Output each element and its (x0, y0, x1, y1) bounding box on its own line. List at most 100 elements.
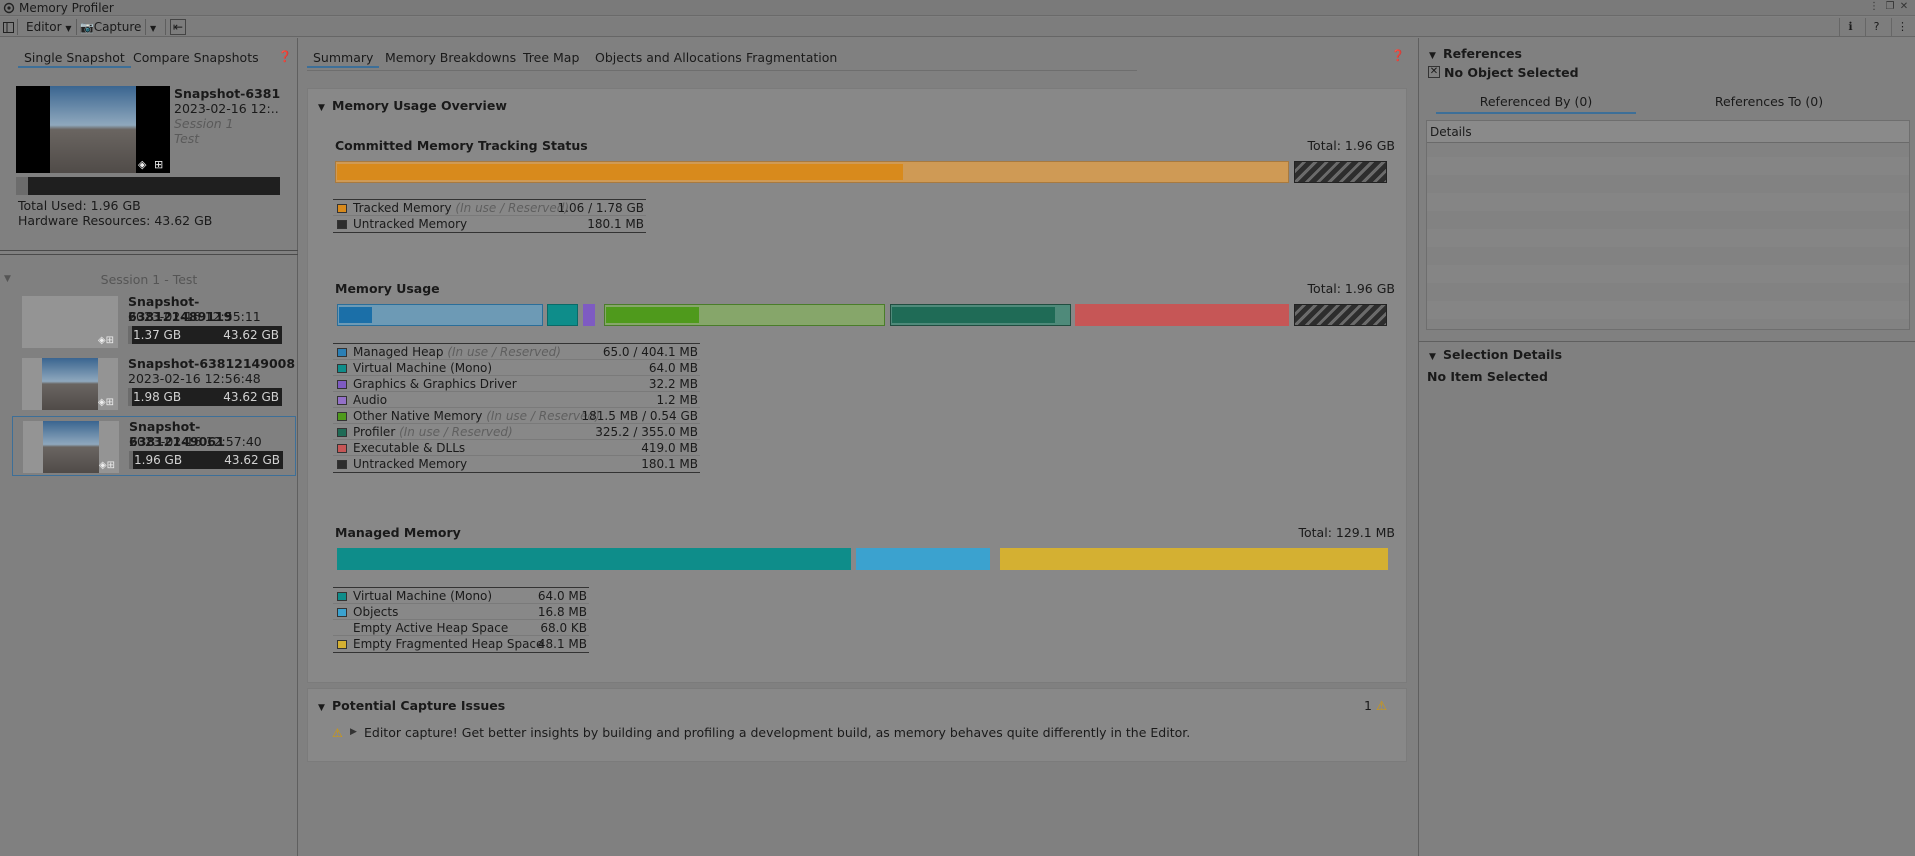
legend-swatch (337, 592, 347, 601)
more-options-icon[interactable]: ⋮ (1868, 0, 1880, 14)
tab-fragmentation[interactable]: Fragmentation (746, 48, 837, 68)
legend-swatch (337, 348, 347, 357)
legend-row[interactable]: Profiler (In use / Reserved) 325.2 / 355.… (333, 424, 700, 440)
capture-label: Capture (93, 20, 142, 34)
references-list[interactable]: Details (1426, 120, 1910, 330)
snapshot-total: 43.62 GB (224, 453, 280, 467)
info-icon[interactable]: ℹ (1839, 18, 1861, 36)
sidebar-toggle-icon[interactable] (3, 18, 15, 36)
legend-row[interactable]: Executable & DLLs 419.0 MB (333, 440, 700, 456)
legend-row[interactable]: Empty Active Heap Space 68.0 KB (333, 620, 589, 636)
selection-details-foldout[interactable]: ▼ Selection Details (1429, 347, 1562, 362)
legend-swatch (337, 428, 347, 437)
memory-usage-bar (16, 177, 280, 195)
legend-value: 64.0 MB (648, 361, 698, 375)
legend-row[interactable]: Objects 16.8 MB (333, 604, 589, 620)
capture-issues-section: ▼ Potential Capture Issues 1 ⚠ ⚠ ▶ Editor… (307, 688, 1407, 762)
tab-single-snapshot[interactable]: Single Snapshot (18, 48, 131, 68)
virtual-machine-managed-bar[interactable] (337, 548, 851, 570)
tracked-memory-reserved-bar[interactable] (335, 161, 1289, 183)
issues-foldout[interactable]: ▼ Potential Capture Issues (318, 698, 505, 713)
other-native-memory-bar[interactable] (604, 304, 885, 326)
legend-value: 325.2 / 355.0 MB (595, 425, 698, 439)
no-object-selected: No Object Selected (1444, 65, 1579, 80)
summary-panel: Summary Memory Breakdowns Tree Map Objec… (299, 38, 1417, 856)
snapshot-total: 43.62 GB (223, 328, 279, 342)
legend-value: 65.0 / 404.1 MB (602, 345, 698, 359)
legend-row[interactable]: Virtual Machine (Mono) 64.0 MB (333, 588, 589, 604)
current-snapshot-date: 2023-02-16 12:.. (174, 101, 279, 116)
legend-row[interactable]: Virtual Machine (Mono) 64.0 MB (333, 360, 700, 376)
tracked-memory-used-bar[interactable] (337, 164, 903, 180)
managed-heap-bar[interactable] (337, 304, 543, 326)
empty-fragmented-heap-bar[interactable] (1000, 548, 1388, 570)
references-foldout[interactable]: ▼ References (1429, 46, 1522, 61)
profiler-bar[interactable] (890, 304, 1071, 326)
legend-swatch (337, 380, 347, 389)
target-label: Editor (26, 20, 62, 34)
capture-options-dropdown[interactable]: ▼ (150, 18, 156, 36)
foldout-arrow-icon: ▼ (318, 103, 325, 113)
legend-row[interactable]: Other Native Memory (In use / Reserved) 1… (333, 408, 700, 424)
tab-tree-map[interactable]: Tree Map (523, 48, 579, 68)
legend-row[interactable]: Graphics & Graphics Driver 32.2 MB (333, 376, 700, 392)
legend-swatch (337, 412, 347, 421)
legend-value: 180.1 MB (641, 457, 698, 471)
legend-label: Empty Fragmented Heap Space (353, 637, 544, 651)
legend-row[interactable]: Tracked Memory (In use / Reserved) 1.06 /… (333, 200, 646, 216)
help-icon[interactable]: ? (1865, 18, 1887, 36)
references-title: References (1443, 46, 1522, 61)
tab-referenced-by[interactable]: Referenced By (0) (1436, 94, 1636, 114)
managed-title: Managed Memory (335, 525, 461, 540)
details-panel: ▼ References ✕ No Object Selected Referen… (1418, 38, 1915, 856)
tab-objects-and-allocations[interactable]: Objects and Allocations (595, 48, 742, 68)
tab-summary[interactable]: Summary (307, 48, 380, 68)
windows-icon: ◈⊞ (97, 397, 114, 408)
session-title: Session 1 - Test (100, 272, 198, 287)
virtual-machine-bar[interactable] (547, 304, 578, 326)
legend-row[interactable]: Empty Fragmented Heap Space 48.1 MB (333, 636, 589, 652)
legend-value: 1.06 / 1.78 GB (557, 201, 644, 215)
snapshots-panel: Single Snapshot Compare Snapshots ❓ ◈ ⊞ … (0, 38, 298, 856)
warning-icon: ⚠ (1375, 698, 1388, 713)
windows-icon: ⊞ (154, 158, 164, 171)
legend-row[interactable]: Untracked Memory 180.1 MB (333, 456, 700, 472)
legend-value: 16.8 MB (537, 605, 587, 619)
objects-bar[interactable] (856, 548, 990, 570)
legend-value: 1.2 MB (656, 393, 698, 407)
tab-references-to[interactable]: References To (0) (1669, 94, 1869, 114)
import-snapshot-icon[interactable]: ⇤ (170, 19, 186, 35)
help-icon[interactable]: ❓ (278, 50, 292, 63)
details-column-header[interactable]: Details (1427, 121, 1909, 143)
toolbar: Editor ▼ 📷Capture ▼ ⇤ ℹ ? ⋮ (0, 17, 1915, 37)
snapshot-list-item-selected[interactable]: ◈⊞ Snapshot-63812149061 2023-02-16 12:57… (12, 416, 296, 476)
legend-row[interactable]: Untracked Memory 180.1 MB (333, 216, 646, 232)
capture-button[interactable]: 📷Capture (80, 18, 141, 36)
untracked-memory-bar[interactable] (1294, 304, 1387, 326)
chevron-down-icon: ▼ (150, 24, 157, 33)
legend-row[interactable]: Audio 1.2 MB (333, 392, 700, 408)
target-dropdown[interactable]: Editor ▼ (26, 18, 72, 36)
snapshot-list-item[interactable]: ◈⊞ Snapshot-63812149008 2023-02-16 12:56… (12, 354, 296, 412)
overview-foldout[interactable]: ▼ Memory Usage Overview (318, 98, 507, 113)
legend-value: 48.1 MB (537, 637, 587, 651)
graphics-bar[interactable] (583, 304, 595, 326)
maximize-icon[interactable]: ❐ (1884, 0, 1896, 14)
legend-swatch (337, 204, 347, 213)
snapshot-used: 1.37 GB (133, 328, 182, 342)
expand-arrow-icon[interactable]: ▶ (350, 727, 357, 737)
help-icon[interactable]: ❓ (1391, 49, 1405, 62)
legend-row[interactable]: Managed Heap (In use / Reserved) 65.0 / 4… (333, 344, 700, 360)
tab-compare-snapshots[interactable]: Compare Snapshots (133, 48, 259, 68)
untracked-memory-bar[interactable] (1294, 161, 1387, 183)
legend-value: 64.0 MB (537, 589, 587, 603)
foldout-arrow-icon: ▼ (1429, 51, 1436, 61)
executable-dlls-bar[interactable] (1075, 304, 1289, 326)
snapshot-list-item[interactable]: ◈⊞ Snapshot-638121489119 2023-02-16 12:5… (12, 292, 296, 350)
hardware-resources: Hardware Resources: 43.62 GB (18, 213, 213, 228)
memory-profiler-icon (3, 2, 15, 14)
tab-memory-breakdowns[interactable]: Memory Breakdowns (385, 48, 516, 68)
legend-label: Executable & DLLs (353, 441, 466, 455)
menu-icon[interactable]: ⋮ (1891, 18, 1913, 36)
close-icon[interactable]: ✕ (1898, 0, 1910, 14)
